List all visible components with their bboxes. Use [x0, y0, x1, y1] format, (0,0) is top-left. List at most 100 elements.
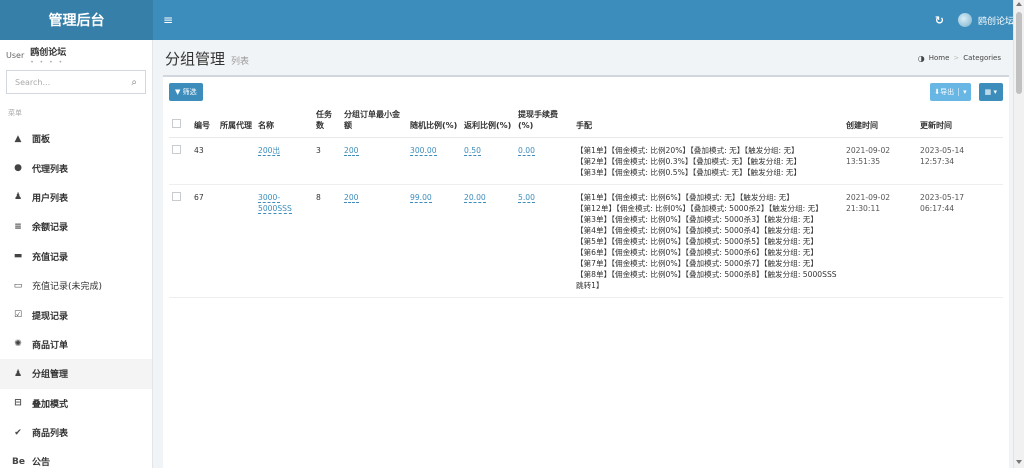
cell-handles: 【第1单】【佣金模式: 比例6%】【叠加模式: 无】【触发分组: 无】 【第12… — [573, 184, 843, 298]
cell-id: 43 — [191, 137, 217, 185]
navbar-right: ↻ 鸥创论坛 — [935, 13, 1014, 27]
cell-random-ratio: 300.00 — [407, 137, 461, 185]
row-checkbox[interactable] — [172, 145, 181, 154]
sidebar-item-users[interactable]: ♟ 用户列表 — [0, 183, 152, 212]
sidebar: User 鸥创论坛 • • • • ⌕ 菜单 ▲ 面板 ● 代理列表 ♟ 用户列… — [0, 40, 153, 468]
handle-line: 【第8单】【佣金模式: 比例0%】【叠加模式: 5000杀8】【触发分组: 50… — [576, 270, 837, 290]
editable-min-amount[interactable]: 200 — [344, 146, 359, 156]
column-header-updated[interactable]: 更新时间 — [917, 107, 1003, 138]
editable-random-ratio[interactable]: 99.00 — [410, 193, 432, 203]
column-header-min-amount[interactable]: 分组订单最小金额 — [341, 107, 407, 138]
sidebar-item-balance[interactable]: ≡ 余额记录 — [0, 212, 152, 241]
column-header-rebate[interactable]: 返利比例(%) — [461, 107, 515, 138]
row-select-cell — [169, 137, 191, 185]
cell-id: 67 — [191, 184, 217, 298]
navbar: ≡ ↻ 鸥创论坛 — [153, 0, 1024, 40]
list-icon: ≡ — [14, 221, 22, 232]
handle-line: 【第7单】【佣金模式: 比例0%】【叠加模式: 5000杀7】【触发分组: 无】 — [576, 259, 818, 268]
menu-toggle-icon[interactable]: ≡ — [163, 13, 173, 27]
sidebar-item-label: 分组管理 — [32, 370, 69, 381]
editable-rebate[interactable]: 0.50 — [464, 146, 481, 156]
cell-fee: 0.00 — [515, 137, 573, 185]
editable-random-ratio[interactable]: 300.00 — [410, 146, 437, 156]
main-content: 分组管理 列表 ◑ Home > Categories ▼ 筛选 ⬇导出 ▾ ▦… — [153, 40, 1013, 468]
column-header-random-ratio[interactable]: 随机比例(%) — [407, 107, 461, 138]
columns-button[interactable]: ▦ ▾ — [978, 83, 1003, 101]
editable-fee[interactable]: 0.00 — [518, 146, 535, 156]
user-menu-name: 鸥创论坛 — [977, 16, 1014, 27]
table-header-row: 编号 所属代理 名称 任务数 分组订单最小金额 随机比例(%) 返利比例(%) … — [169, 107, 1003, 138]
user-menu[interactable]: 鸥创论坛 — [957, 13, 1014, 27]
dashboard-icon: ◑ — [917, 53, 925, 63]
cell-tasks: 8 — [313, 184, 341, 298]
cell-updated: 2023-05-14 12:57:34 — [917, 137, 1003, 185]
cell-random-ratio: 99.00 — [407, 184, 461, 298]
sidebar-item-agents[interactable]: ● 代理列表 — [0, 153, 152, 182]
column-header-handles[interactable]: 手配 — [573, 107, 843, 138]
sidebar-item-label: 充值记录 — [32, 252, 69, 263]
editable-name[interactable]: 3000-5000SSS — [258, 193, 292, 214]
column-header-fee[interactable]: 提现手续费(%) — [515, 107, 573, 138]
sidebar-item-recharge-pending[interactable]: ▭ 充值记录(未完成) — [0, 271, 152, 300]
handle-line: 【第1单】【佣金模式: 比例20%】【叠加模式: 无】【触发分组: 无】 — [576, 146, 799, 155]
sidebar-item-withdraw[interactable]: ☑ 提现记录 — [0, 300, 152, 329]
sidebar-item-notice[interactable]: Be 公告 — [0, 447, 152, 468]
handle-line: 【第12单】【佣金模式: 比例0%】【叠加模式: 5000杀2】【触发分组: 无… — [576, 204, 823, 213]
table-toolbar: ▼ 筛选 ⬇导出 ▾ ▦ ▾ — [163, 77, 1009, 107]
sidebar-item-label: 余额记录 — [32, 223, 69, 234]
search-icon[interactable]: ⌕ — [131, 77, 137, 88]
handle-line: 【第6单】【佣金模式: 比例0%】【叠加模式: 5000杀6】【触发分组: 无】 — [576, 248, 818, 257]
sidebar-user-status: • • • • — [30, 58, 65, 66]
sidebar-search-input[interactable] — [15, 77, 132, 87]
cell-created: 2021-09-02 21:30:11 — [843, 184, 917, 298]
user-icon: ♟ — [13, 192, 23, 203]
row-checkbox[interactable] — [172, 192, 181, 201]
sitemap-icon: ⊟ — [14, 398, 22, 409]
column-header-tasks[interactable]: 任务数 — [313, 107, 341, 138]
toolbar-right: ⬇导出 ▾ ▦ ▾ — [930, 83, 1003, 101]
scroll-up-icon[interactable] — [1016, 2, 1022, 6]
breadcrumb-home[interactable]: Home — [929, 54, 950, 62]
select-all-checkbox[interactable] — [172, 119, 181, 128]
page-title: 分组管理 — [165, 49, 226, 68]
top-bar: 管理后台 ≡ ↻ 鸥创论坛 — [0, 0, 1024, 40]
sidebar-item-label: 叠加模式 — [32, 399, 69, 410]
cell-rebate: 20.00 — [461, 184, 515, 298]
sidebar-item-label: 商品列表 — [32, 429, 69, 440]
column-header-name[interactable]: 名称 — [255, 107, 313, 138]
sidebar-item-products[interactable]: ✔ 商品列表 — [0, 418, 152, 447]
page-scrollbar[interactable] — [1013, 0, 1024, 468]
editable-fee[interactable]: 5.00 — [518, 193, 535, 203]
scroll-down-icon[interactable] — [1016, 460, 1022, 464]
tag-icon: ▭ — [13, 280, 23, 291]
sidebar-item-overlay-mode[interactable]: ⊟ 叠加模式 — [0, 389, 152, 418]
circle-icon: ● — [14, 163, 22, 174]
brand-logo[interactable]: 管理后台 — [0, 0, 153, 40]
editable-min-amount[interactable]: 200 — [344, 193, 359, 203]
cell-tasks: 3 — [313, 137, 341, 185]
table-row: 43 200出 3 200 300.00 0.50 0.00 【第1单】【佣金模… — [169, 137, 1003, 185]
export-button[interactable]: ⬇导出 ▾ — [930, 83, 971, 101]
sidebar-item-dashboard[interactable]: ▲ 面板 — [0, 124, 152, 153]
filter-button[interactable]: ▼ 筛选 — [169, 83, 203, 101]
refresh-icon[interactable]: ↻ — [935, 14, 944, 27]
sidebar-item-orders[interactable]: ✺ 商品订单 — [0, 330, 152, 359]
scrollbar-thumb[interactable] — [1016, 12, 1022, 94]
sidebar-search: ⌕ — [6, 70, 146, 94]
select-all-cell — [169, 107, 191, 138]
thumbs-icon: ✔ — [14, 427, 22, 438]
handle-line: 【第3单】【佣金模式: 比例0.5%】【叠加模式: 无】【触发分组: 无】 — [576, 168, 802, 177]
column-header-created[interactable]: 创建时间 — [843, 107, 917, 138]
handle-line: 【第4单】【佣金模式: 比例0%】【叠加模式: 5000杀4】【触发分组: 无】 — [576, 226, 818, 235]
column-header-agent[interactable]: 所属代理 — [217, 107, 255, 138]
breadcrumb-current: Categories — [963, 54, 1001, 62]
menu-header: 菜单 — [8, 109, 22, 117]
column-header-id[interactable]: 编号 — [191, 107, 217, 138]
export-label: ⬇导出 — [934, 88, 955, 96]
sidebar-item-label: 代理列表 — [32, 164, 69, 175]
sidebar-item-recharge[interactable]: ▬ 充值记录 — [0, 242, 152, 271]
cell-created: 2021-09-02 13:51:35 — [843, 137, 917, 185]
sidebar-item-groups[interactable]: ♟ 分组管理 — [0, 359, 152, 389]
editable-rebate[interactable]: 20.00 — [464, 193, 486, 203]
editable-name[interactable]: 200出 — [258, 146, 281, 156]
